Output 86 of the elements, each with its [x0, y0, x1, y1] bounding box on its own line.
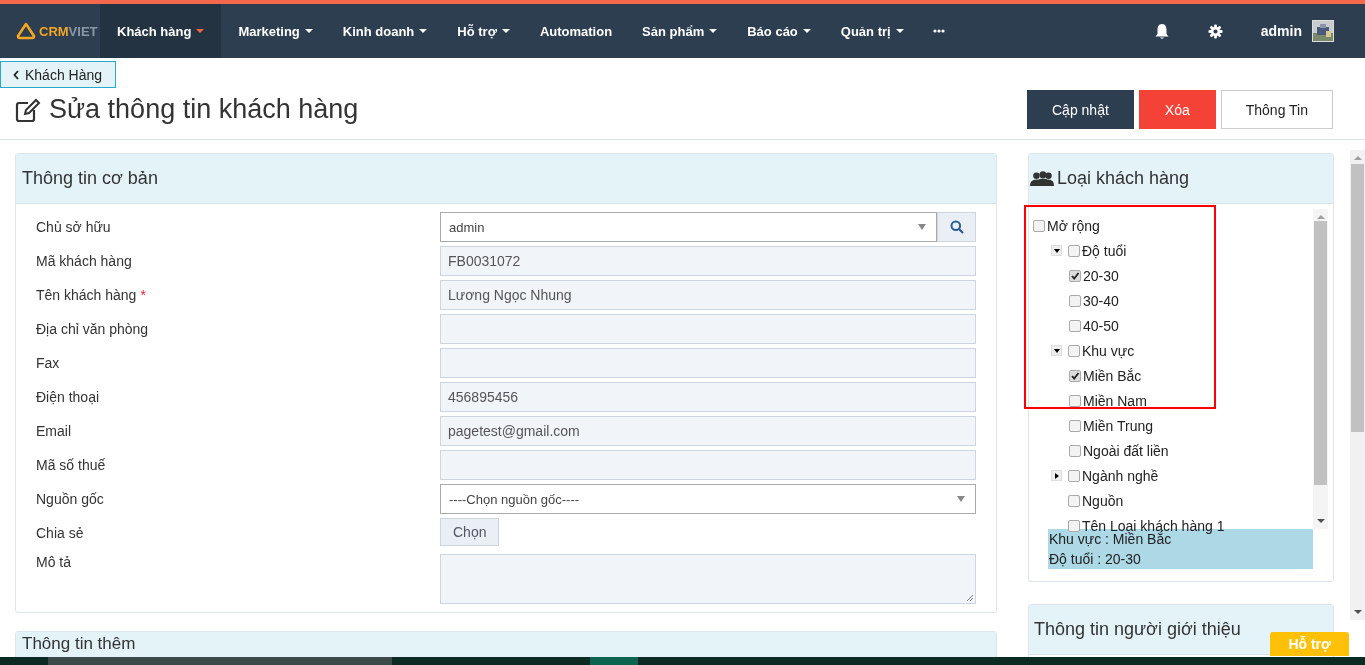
page-title: Sửa thông tin khách hàng	[49, 94, 359, 125]
tree-checkbox[interactable]	[1068, 344, 1080, 357]
tree-item[interactable]: Độ tuổi	[1082, 242, 1127, 259]
tree-item[interactable]: 20-30	[1083, 267, 1119, 284]
settings-icon[interactable]	[1207, 23, 1223, 39]
input-field[interactable]: 456895456	[440, 382, 976, 412]
panel-title: Thông tin thêm	[22, 634, 136, 654]
tree-item[interactable]: 30-40	[1083, 292, 1119, 309]
resize-handle-icon[interactable]	[966, 594, 974, 602]
bell-icon[interactable]	[1153, 22, 1170, 40]
panel-title: Loại khách hàng	[1057, 168, 1190, 189]
summary-line: Khu vực : Miền Bắc	[1049, 530, 1172, 549]
tree-item[interactable]: Miền Bắc	[1083, 367, 1142, 384]
edit-icon	[15, 96, 41, 123]
field-label: Điện thoại	[36, 389, 100, 405]
field-label: Mô tả	[36, 554, 71, 570]
tree-checkbox[interactable]	[1068, 469, 1080, 482]
field-label: Email	[36, 423, 71, 439]
required-mark: *	[140, 287, 146, 303]
field-label: Fax	[36, 355, 60, 371]
tree-checkbox[interactable]	[1068, 519, 1080, 532]
tree-checkbox[interactable]	[1069, 319, 1081, 332]
logo-text: VIET	[68, 23, 98, 39]
tree-checkbox[interactable]	[1069, 294, 1081, 307]
nav-menu-item[interactable]: Hỗ trợ	[444, 4, 523, 58]
nav-menu-item[interactable]: Kinh doanh	[329, 4, 441, 58]
tree-item[interactable]: Khu vực	[1082, 342, 1135, 359]
chevron-left-icon	[13, 69, 19, 80]
logo-icon	[16, 22, 36, 40]
description-field[interactable]	[440, 554, 976, 604]
more-icon[interactable]	[932, 29, 945, 33]
tree-item[interactable]: Nguồn	[1082, 492, 1124, 509]
tree-item[interactable]: 40-50	[1083, 317, 1119, 334]
tree-item[interactable]: Miền Nam	[1083, 392, 1147, 409]
logo[interactable]: CRMVIET	[0, 22, 100, 40]
input-field[interactable]	[440, 450, 976, 480]
scrollbar[interactable]	[1313, 209, 1328, 529]
summary-line: Độ tuổi : 20-30	[1049, 550, 1142, 569]
search-button[interactable]	[937, 212, 976, 242]
tree-toggle[interactable]	[1051, 345, 1062, 356]
action-button[interactable]: Cập nhật	[1027, 90, 1134, 129]
tree-checkbox[interactable]	[1069, 394, 1081, 407]
nav-menu-item[interactable]: Marketing	[225, 4, 326, 58]
input-field[interactable]	[440, 348, 976, 378]
field-label: Mã số thuế	[36, 457, 106, 473]
tree-toggle[interactable]	[1051, 245, 1062, 256]
tree-item[interactable]: Ngoài đất liền	[1083, 442, 1169, 459]
field-label: Tên khách hàng	[36, 287, 137, 303]
nav-menu-item[interactable]: Báo cáo	[734, 4, 824, 58]
tree-item[interactable]: Ngành nghề	[1082, 467, 1159, 484]
input-field[interactable]	[440, 314, 976, 344]
tree-item[interactable]: Mở rộng	[1047, 217, 1100, 234]
logo-text: CRM	[39, 23, 69, 39]
users-icon	[1029, 170, 1055, 187]
tree-checkbox[interactable]	[1069, 369, 1081, 382]
page-scrollbar[interactable]	[1350, 150, 1365, 620]
input-field[interactable]: FB0031072	[440, 246, 976, 276]
user-name[interactable]: admin	[1260, 23, 1302, 39]
action-button[interactable]: Thông Tin	[1220, 90, 1333, 129]
source-select[interactable]: ----Chọn nguồn gốc----	[440, 484, 976, 514]
nav-menu-item[interactable]: Khách hàng	[100, 4, 222, 58]
nav-menu-item[interactable]: Quản trị	[827, 4, 917, 58]
field-label: Địa chỉ văn phòng	[36, 321, 149, 337]
search-icon	[949, 220, 964, 234]
field-label: Chia sẻ	[36, 525, 84, 541]
nav-menu-item[interactable]: Automation	[526, 4, 626, 58]
tree-checkbox[interactable]	[1068, 244, 1080, 257]
input-field[interactable]: pagetest@gmail.com	[440, 416, 976, 446]
tree-checkbox[interactable]	[1068, 494, 1080, 507]
owner-select[interactable]: admin	[440, 212, 937, 242]
field-label: Mã khách hàng	[36, 253, 132, 269]
tree-item[interactable]: Miền Trung	[1083, 417, 1154, 434]
panel-title: Thông tin cơ bản	[22, 168, 158, 189]
tree-checkbox[interactable]	[1033, 219, 1045, 232]
input-field[interactable]: Lương Ngọc Nhung	[440, 280, 976, 310]
tree-toggle[interactable]	[1051, 470, 1062, 481]
action-button[interactable]: Xóa	[1138, 90, 1216, 129]
tree-checkbox[interactable]	[1069, 269, 1081, 282]
field-label: Nguồn gốc	[36, 491, 104, 507]
field-label: Chủ sở hữu	[36, 219, 111, 235]
panel-title: Thông tin người giới thiệu	[1034, 619, 1241, 640]
tree-checkbox[interactable]	[1069, 419, 1081, 432]
tree-checkbox[interactable]	[1069, 444, 1081, 457]
back-button[interactable]: Khách Hàng	[0, 61, 117, 88]
nav-menu-item[interactable]: Sản phẩm	[629, 4, 731, 58]
choose-button[interactable]: Chọn	[440, 518, 500, 546]
